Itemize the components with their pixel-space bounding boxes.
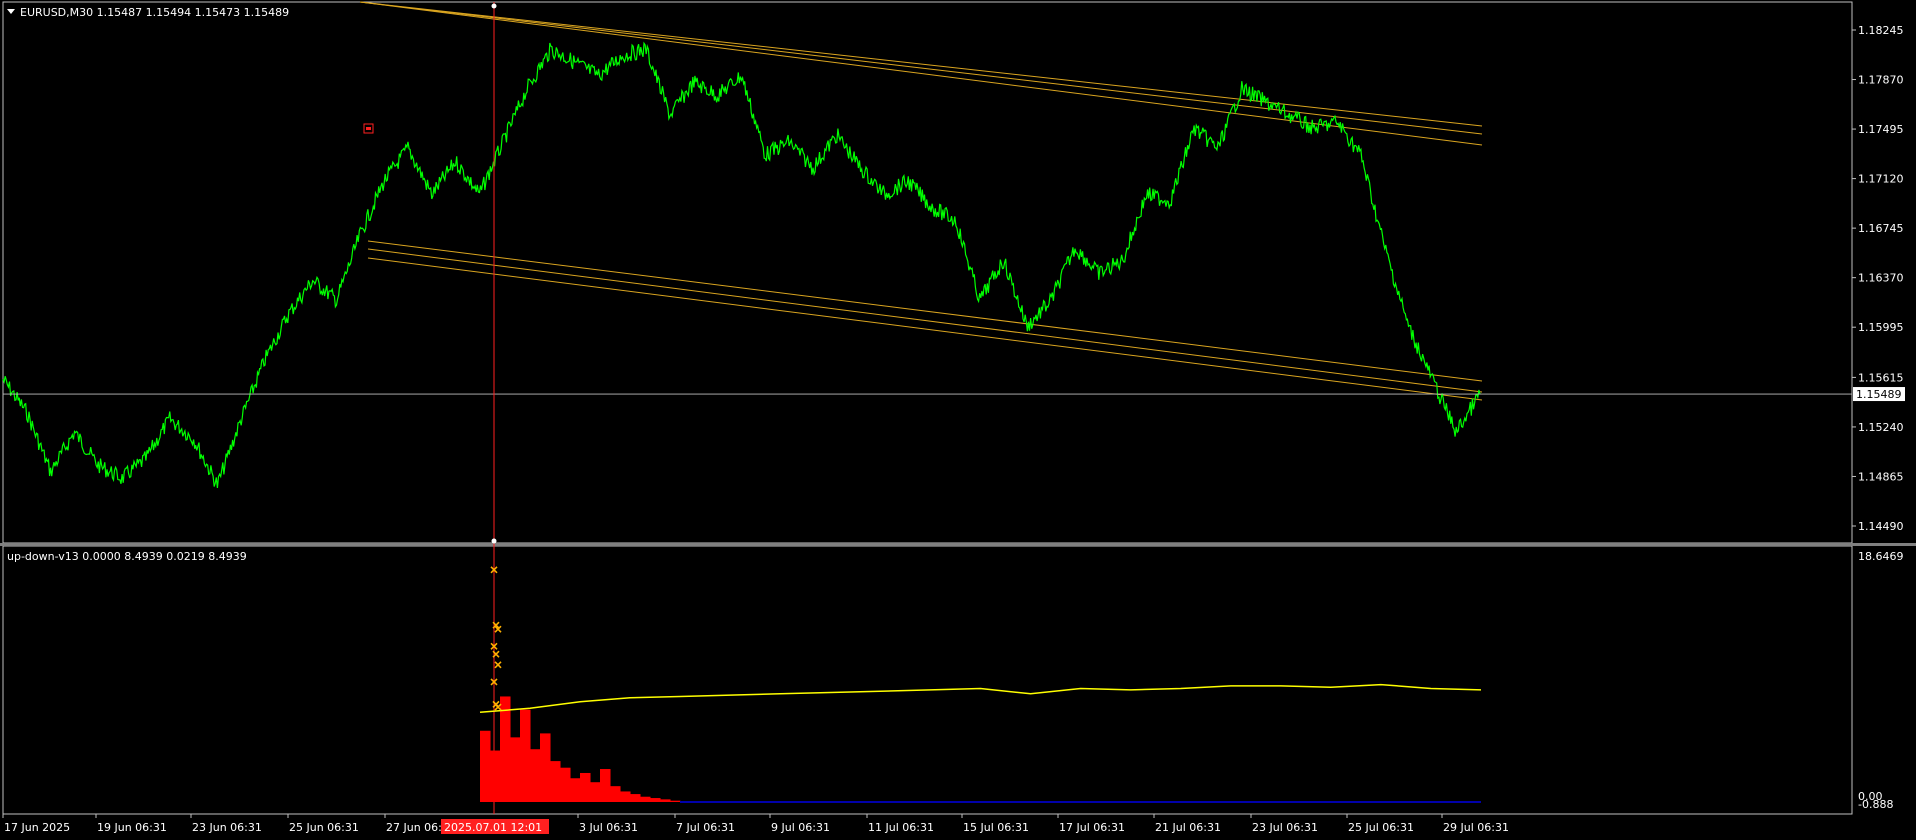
spike-marker [494,661,502,669]
histogram-bar [490,750,501,802]
signal-line [479,683,1482,714]
bid-price-label: 1.15489 [1856,388,1902,401]
indicator-border [2,545,1853,815]
selected-time-label: 2025.07.01 12:01 [444,821,542,834]
indicator-tick-label: -0.888 [1858,798,1893,811]
histogram-bar [500,696,511,802]
time-tick-label: 23 Jul 06:31 [1252,821,1318,834]
histogram-bar [550,761,561,802]
indicator-info: up-down-v13 0.0000 8.4939 0.0219 8.4939 [7,550,247,563]
main-chart-border [2,1,1853,544]
time-tick-label: 25 Jul 06:31 [1348,821,1414,834]
time-line-handle[interactable] [491,3,497,9]
histogram-bar [620,791,631,802]
histogram-bar [540,733,551,802]
chart-menu-triangle-icon[interactable] [7,9,15,14]
histogram-bar [650,798,661,802]
time-tick-label: 17 Jul 06:31 [1059,821,1125,834]
selected-time-marker[interactable] [491,2,497,814]
price-tick-label: 1.17120 [1858,173,1904,186]
time-tick-label: 7 Jul 06:31 [676,821,735,834]
time-tick-label: 25 Jun 06:31 [289,821,359,834]
time-tick-label: 11 Jul 06:31 [868,821,934,834]
price-line [2,41,1481,488]
time-tick-label: 3 Jul 06:31 [579,821,638,834]
histogram-bar [640,796,651,802]
spike-markers [490,566,502,711]
histogram-bar [480,730,491,802]
histogram-bar [660,799,671,802]
time-tick-label: 9 Jul 06:31 [771,821,830,834]
price-tick-label: 1.18245 [1858,24,1904,37]
chart-canvas[interactable]: 1.15489 1.18245 1.17870 1.17495 1.17120 1.16… [0,0,1916,840]
price-tick-label: 1.14490 [1858,520,1904,533]
channel-line[interactable] [367,248,1483,393]
price-series [2,41,1481,488]
indicator-signal-line [479,683,1482,714]
time-tick-label: 17 Jun 2025 [4,821,70,834]
histogram-bar [590,782,601,802]
time-axis[interactable]: 17 Jun 2025 19 Jun 06:31 23 Jun 06:31 25 Ju… [2,814,1509,834]
histogram-bar [670,800,681,802]
price-tick-label: 1.14865 [1858,470,1904,483]
histogram-bar [510,737,521,802]
price-tick-label: 1.15615 [1858,371,1904,384]
channel-line[interactable] [367,257,1483,401]
histogram-bar [530,749,541,802]
time-tick-label: 27 Jun 06: [386,821,442,834]
symbol-info: EURUSD,M30 1.15487 1.15494 1.15473 1.154… [20,6,289,19]
histogram-bar [630,794,641,802]
price-tick-label: 1.16370 [1858,272,1904,285]
channel-line[interactable] [359,1,1483,135]
time-tick-label: 21 Jul 06:31 [1155,821,1221,834]
time-line-handle[interactable] [491,538,497,544]
histogram-bar [520,709,531,802]
histogram-bar [570,778,581,802]
channel-line[interactable] [359,1,1483,146]
histogram-bar [560,767,571,802]
price-tick-label: 1.16745 [1858,222,1904,235]
time-tick-label: 29 Jul 06:31 [1443,821,1509,834]
time-tick-label: 23 Jun 06:31 [192,821,262,834]
bid-line: 1.15489 [3,387,1905,402]
channel-line[interactable] [359,1,1483,127]
indicator-histogram [480,696,1481,803]
price-tick-label: 1.15240 [1858,421,1904,434]
time-tick-label: 15 Jul 06:31 [963,821,1029,834]
indicator-axis[interactable]: 18.64690.00-0.888 [1858,550,1904,811]
price-tick-label: 1.17495 [1858,123,1904,136]
histogram-bar [610,786,621,802]
price-tick-label: 1.17870 [1858,74,1904,87]
histogram-bar [580,772,591,802]
channel-line[interactable] [367,240,1483,382]
price-axis[interactable]: 1.18245 1.17870 1.17495 1.17120 1.16745 1.163… [1852,24,1904,533]
time-tick-label: 19 Jun 06:31 [97,821,167,834]
indicator-tick-label: 18.6469 [1858,550,1904,563]
price-tick-label: 1.15995 [1858,321,1904,334]
object-marker-icon-inner [366,127,371,130]
histogram-bar [600,769,611,802]
